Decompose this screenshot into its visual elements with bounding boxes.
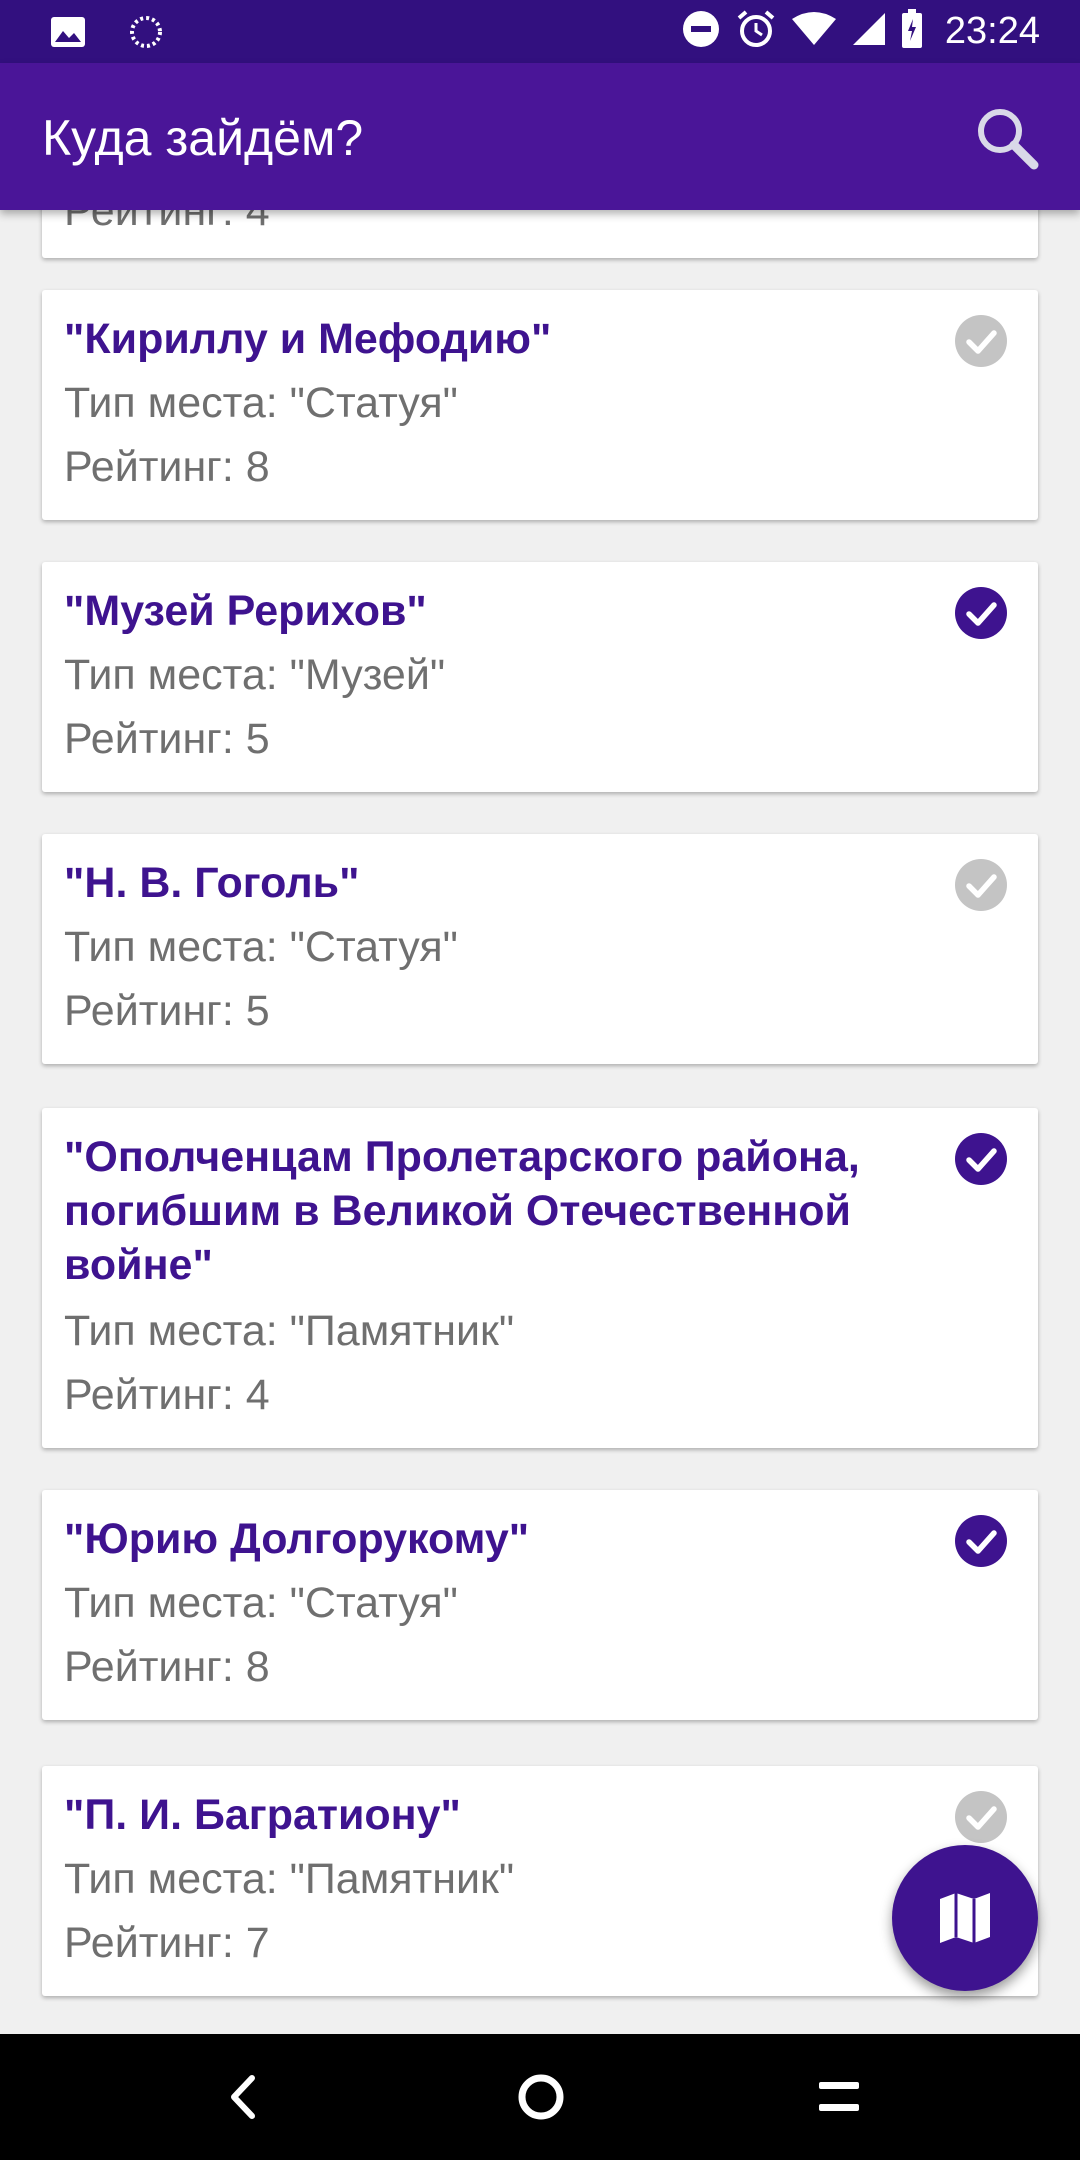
place-type: Тип места: "Статуя" bbox=[64, 1579, 458, 1627]
check-circle-icon-unchecked[interactable] bbox=[954, 314, 1008, 368]
page-title: Куда зайдём? bbox=[42, 110, 364, 166]
back-icon[interactable] bbox=[222, 2072, 262, 2122]
place-name: "Музей Рерихов" bbox=[64, 587, 427, 635]
battery-icon bbox=[901, 9, 923, 54]
place-type: Тип места: "Статуя" bbox=[64, 923, 458, 971]
search-button[interactable] bbox=[974, 105, 1040, 171]
map-fab-button[interactable] bbox=[892, 1845, 1038, 1991]
check-circle-icon-unchecked[interactable] bbox=[954, 1790, 1008, 1844]
place-card[interactable]: "Музей Рерихов" Тип места: "Музей" Рейти… bbox=[42, 562, 1038, 792]
place-rating: Рейтинг: 5 bbox=[64, 987, 270, 1035]
system-nav-bar bbox=[0, 2034, 1080, 2160]
places-list[interactable]: Рейтинг: 4 "Кириллу и Мефодию" Тип места… bbox=[0, 210, 1080, 2034]
place-name: "Н. В. Гоголь" bbox=[64, 859, 360, 907]
check-circle-icon-checked[interactable] bbox=[954, 586, 1008, 640]
place-rating: Рейтинг: 5 bbox=[64, 715, 270, 763]
place-name: "Кириллу и Мефодию" bbox=[64, 315, 552, 363]
recents-icon[interactable] bbox=[817, 2078, 861, 2116]
check-circle-icon-unchecked[interactable] bbox=[954, 858, 1008, 912]
place-card[interactable]: "Юрию Долгорукому" Тип места: "Статуя" Р… bbox=[42, 1490, 1038, 1720]
search-icon bbox=[978, 109, 1039, 170]
home-icon[interactable] bbox=[517, 2073, 565, 2121]
place-card[interactable]: "Ополченцам Пролетарского района, погибш… bbox=[42, 1108, 1038, 1448]
place-rating: Рейтинг: 7 bbox=[64, 1919, 270, 1967]
place-type: Тип места: "Музей" bbox=[64, 651, 446, 699]
place-card[interactable]: "П. И. Багратиону" Тип места: "Памятник"… bbox=[42, 1766, 1038, 1996]
app-bar: Куда зайдём? bbox=[0, 63, 1080, 210]
image-icon bbox=[50, 16, 86, 53]
alarm-icon bbox=[735, 8, 777, 55]
place-card[interactable]: Рейтинг: 4 bbox=[42, 210, 1038, 258]
place-rating: Рейтинг: 4 bbox=[64, 1371, 270, 1419]
place-type: Тип места: "Памятник" bbox=[64, 1307, 515, 1355]
place-rating: Рейтинг: 8 bbox=[64, 443, 270, 491]
place-name: "Ополченцам Пролетарского района, погибш… bbox=[64, 1133, 860, 1289]
sync-icon bbox=[128, 14, 164, 55]
check-circle-icon-checked[interactable] bbox=[954, 1514, 1008, 1568]
place-card[interactable]: "Н. В. Гоголь" Тип места: "Статуя" Рейти… bbox=[42, 834, 1038, 1064]
status-time: 23:24 bbox=[944, 10, 1040, 52]
place-name: "П. И. Багратиону" bbox=[64, 1791, 461, 1839]
place-rating: Рейтинг: 8 bbox=[64, 1643, 270, 1691]
place-type: Тип места: "Статуя" bbox=[64, 379, 458, 427]
status-bar: 23:24 bbox=[0, 0, 1080, 63]
dnd-icon bbox=[681, 9, 721, 54]
signal-icon bbox=[851, 11, 887, 52]
place-card[interactable]: "Кириллу и Мефодию" Тип места: "Статуя" … bbox=[42, 290, 1038, 520]
map-icon bbox=[940, 1893, 990, 1943]
wifi-icon bbox=[791, 11, 837, 52]
place-type: Тип места: "Памятник" bbox=[64, 1855, 515, 1903]
check-circle-icon-checked[interactable] bbox=[954, 1132, 1008, 1186]
place-name: "Юрию Долгорукому" bbox=[64, 1515, 530, 1563]
place-rating: Рейтинг: 4 bbox=[64, 210, 270, 235]
